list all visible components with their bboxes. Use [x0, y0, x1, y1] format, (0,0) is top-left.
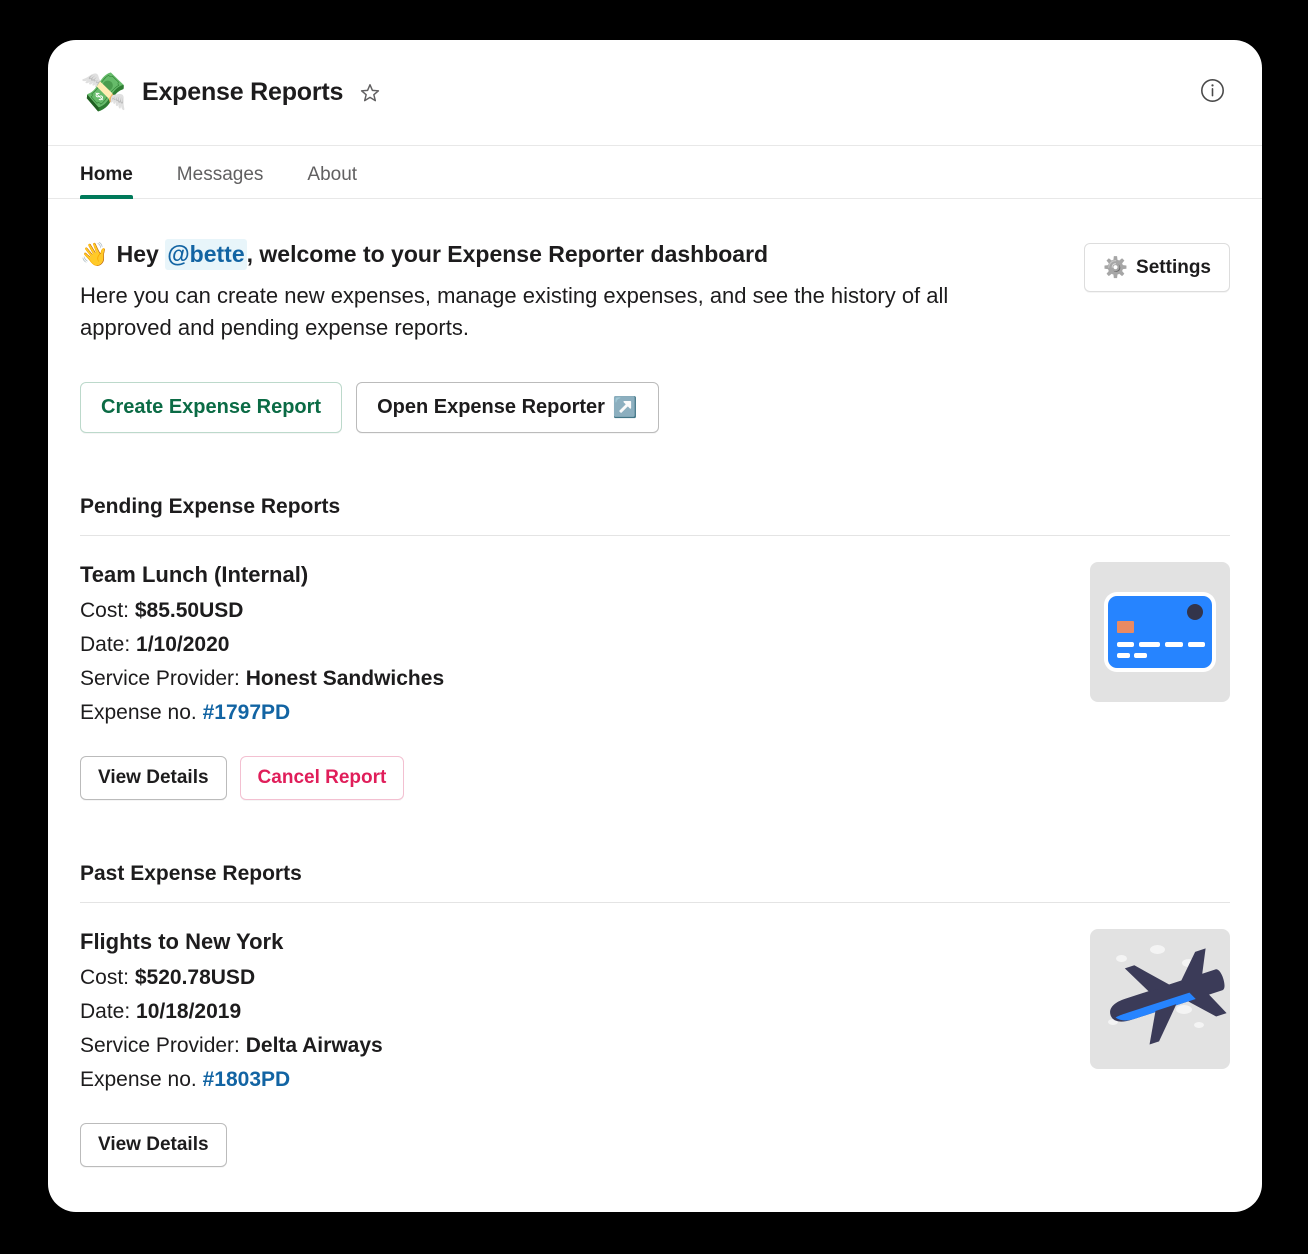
expense-report-name: Team Lunch (Internal) [80, 561, 309, 587]
open-expense-reporter-label: Open Expense Reporter [377, 395, 605, 418]
expense-report-details: Flights to New York Cost: $520.78USD Dat… [80, 929, 1066, 1167]
expense-report-number: Expense no. #1803PD [80, 1063, 1066, 1097]
create-expense-report-label: Create Expense Report [101, 395, 322, 418]
credit-card-chip [1117, 620, 1134, 633]
view-details-button[interactable]: View Details [80, 1122, 227, 1167]
expense-number-label: Expense no. [80, 700, 197, 724]
greeting-row: 👋 Hey @bette , welcome to your Expense R… [80, 239, 1230, 344]
expense-report-details: Team Lunch (Internal) Cost: $85.50USD Da… [80, 562, 1066, 800]
expense-number-link[interactable]: #1803PD [203, 1068, 291, 1091]
waving-hand-icon: 👋 [80, 241, 109, 267]
date-label: Date: [80, 632, 131, 656]
provider-value: Delta Airways [245, 1033, 383, 1057]
expense-report-number: Expense no. #1797PD [80, 696, 1066, 730]
star-icon[interactable] [359, 82, 381, 104]
date-value: 10/18/2019 [136, 999, 242, 1023]
tab-bar: Home Messages About [48, 145, 1262, 199]
section-divider [80, 901, 1230, 903]
cost-value: $520.78USD [134, 965, 256, 989]
gear-icon: ⚙️ [1103, 257, 1129, 279]
greeting-hey: Hey [116, 241, 159, 267]
expense-report-item: Team Lunch (Internal) Cost: $85.50USD Da… [80, 561, 1230, 800]
cancel-report-button[interactable]: Cancel Report [239, 755, 405, 800]
provider-label: Service Provider: [80, 666, 240, 690]
external-link-icon: ↗️ [612, 396, 638, 419]
provider-label: Service Provider: [80, 1033, 240, 1057]
cost-label: Cost: [80, 598, 130, 622]
view-details-label: View Details [98, 766, 209, 788]
tab-messages[interactable]: Messages [177, 164, 264, 198]
pending-expense-section: Pending Expense Reports Team Lunch (Inte… [80, 495, 1230, 800]
view-details-button[interactable]: View Details [80, 755, 227, 800]
cost-label: Cost: [80, 965, 130, 989]
expense-report-actions: View Details [80, 1122, 1066, 1167]
past-expense-section: Past Expense Reports Flights to New York… [80, 862, 1230, 1167]
cost-value: $85.50USD [134, 598, 244, 622]
airplane-image [1090, 928, 1230, 1069]
expense-report-date: Date: 1/10/2020 [80, 628, 1066, 662]
greeting-headline: 👋 Hey @bette , welcome to your Expense R… [80, 239, 1010, 271]
greeting-description: Here you can create new expenses, manage… [80, 283, 949, 340]
action-buttons-row: Create Expense Report Open Expense Repor… [80, 381, 1230, 433]
expense-report-actions: View Details Cancel Report [80, 755, 1066, 800]
expense-report-name: Flights to New York [80, 928, 284, 954]
expense-report-date: Date: 10/18/2019 [80, 995, 1066, 1029]
expense-number-link[interactable]: #1797PD [203, 701, 291, 724]
expense-report-item: Flights to New York Cost: $520.78USD Dat… [80, 928, 1230, 1167]
expense-report-provider: Service Provider: Delta Airways [80, 1029, 1066, 1063]
credit-card-image [1090, 561, 1230, 702]
cancel-report-label: Cancel Report [257, 766, 387, 788]
credit-card-logo-dot [1187, 603, 1203, 620]
expense-report-cost: Cost: $520.78USD [80, 961, 1066, 995]
app-header: 💸 Expense Reports [48, 40, 1262, 145]
date-label: Date: [80, 999, 131, 1023]
expense-report-cost: Cost: $85.50USD [80, 594, 1066, 628]
app-home-content: 👋 Hey @bette , welcome to your Expense R… [48, 199, 1262, 1212]
user-mention[interactable]: @bette [165, 239, 247, 271]
expense-number-label: Expense no. [80, 1067, 197, 1091]
view-details-label: View Details [98, 1133, 209, 1155]
section-title-pending: Pending Expense Reports [80, 494, 341, 518]
tab-home[interactable]: Home [80, 164, 133, 199]
bottom-spacer [80, 1167, 1230, 1212]
greeting-block: 👋 Hey @bette , welcome to your Expense R… [80, 239, 1010, 344]
section-divider [80, 534, 1230, 536]
provider-value: Honest Sandwiches [245, 666, 445, 690]
settings-button-label: Settings [1136, 256, 1211, 278]
info-icon[interactable] [1199, 77, 1226, 109]
greeting-rest: , welcome to your Expense Reporter dashb… [246, 241, 769, 267]
section-title-past: Past Expense Reports [80, 861, 302, 885]
airplane-graphic [1090, 929, 1230, 1069]
page-title: Expense Reports [142, 78, 344, 106]
credit-card-graphic [1108, 595, 1212, 668]
open-expense-reporter-button[interactable]: Open Expense Reporter ↗️ [356, 381, 659, 433]
money-with-wings-emoji: 💸 [80, 71, 128, 114]
slack-app-home-card: 💸 Expense Reports Home Messages About 👋 [48, 40, 1262, 1212]
expense-report-provider: Service Provider: Honest Sandwiches [80, 662, 1066, 696]
tab-about[interactable]: About [307, 164, 357, 198]
create-expense-report-button[interactable]: Create Expense Report [80, 381, 343, 433]
date-value: 1/10/2020 [136, 632, 230, 656]
settings-button[interactable]: ⚙️ Settings [1084, 243, 1230, 292]
